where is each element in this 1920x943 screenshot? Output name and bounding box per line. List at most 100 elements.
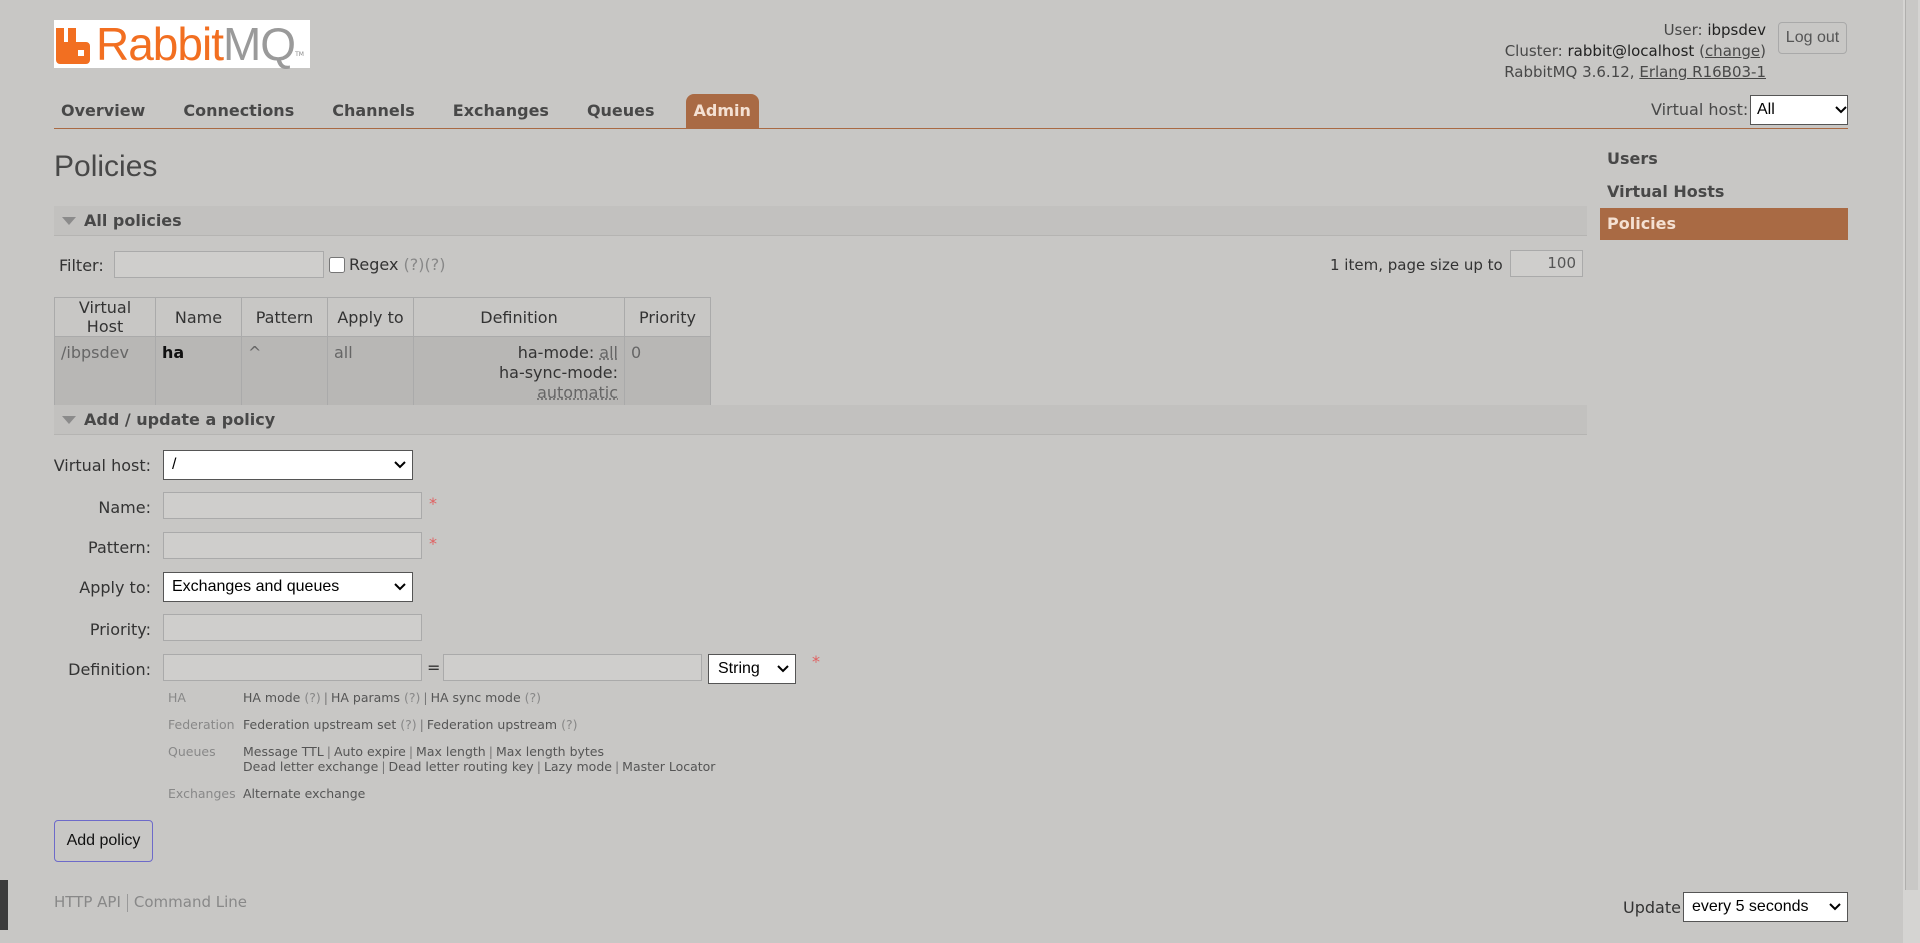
logout-button[interactable]: Log out (1778, 22, 1847, 54)
help-fed-upstream[interactable]: Federation upstream (427, 717, 557, 732)
help-dead-letter-exchange[interactable]: Dead letter exchange (243, 759, 378, 774)
form-name-label: Name: (98, 498, 151, 517)
user-label: User: (1663, 21, 1703, 39)
help-dead-letter-routing-key[interactable]: Dead letter routing key (389, 759, 534, 774)
tab-channels[interactable]: Channels (325, 94, 422, 128)
help-cat-federation: Federation (168, 717, 235, 732)
help-links-ha: HA mode (?) | HA params (?) | HA sync mode (… (243, 690, 541, 705)
cell-apply-to: all (327, 336, 414, 408)
help-alternate-exchange[interactable]: Alternate exchange (243, 786, 365, 801)
help-q[interactable]: (?) (561, 717, 577, 732)
tab-connections[interactable]: Connections (176, 94, 301, 128)
help-q[interactable]: (?) (400, 717, 416, 732)
collapse-triangle-icon (62, 416, 76, 424)
sidebar-item-policies[interactable]: Policies (1600, 208, 1848, 240)
form-pattern-label: Pattern: (88, 538, 151, 557)
update-interval-select[interactable]: every 5 seconds (1683, 892, 1848, 922)
def-val-1: all (599, 343, 618, 362)
help-ha-mode[interactable]: HA mode (243, 690, 300, 705)
help-links-queues: Message TTL | Auto expire | Max length | Max l… (243, 744, 715, 774)
cell-name[interactable]: ha (155, 336, 242, 408)
rabbit-logo-icon (56, 28, 90, 64)
help-lazy-mode[interactable]: Lazy mode (544, 759, 612, 774)
help-message-ttl[interactable]: Message TTL (243, 744, 324, 759)
help-q[interactable]: (?) (404, 690, 420, 705)
sidebar-item-virtual-hosts[interactable]: Virtual Hosts (1600, 176, 1848, 208)
scrollbar-thumb[interactable] (1905, 0, 1918, 890)
chevron-down-icon (1829, 903, 1841, 911)
definition-equals: = (427, 658, 441, 677)
form-priority-input[interactable] (163, 614, 422, 641)
change-cluster-link[interactable]: change (1705, 42, 1760, 60)
tab-queues[interactable]: Queues (580, 94, 662, 128)
erlang-version-link[interactable]: Erlang R16B03-1 (1639, 63, 1766, 81)
help-q[interactable]: (?) (525, 690, 541, 705)
required-marker: * (429, 494, 437, 513)
column-header-virtual-host[interactable]: Virtual Host (54, 297, 156, 337)
rabbitmq-logo[interactable]: Rabbit MQ TM (54, 20, 310, 68)
help-max-length-bytes[interactable]: Max length bytes (496, 744, 604, 759)
regex-help-link[interactable]: (?)(?) (404, 255, 446, 274)
cell-pattern: ^ (241, 336, 328, 408)
filter-input[interactable] (114, 251, 324, 278)
cluster-name: rabbit@localhost (1567, 42, 1695, 60)
add-policy-heading: Add / update a policy (84, 410, 276, 429)
form-apply-to-select[interactable]: Exchanges and queues (163, 572, 413, 602)
nav-divider (54, 128, 1848, 129)
help-q[interactable]: (?) (304, 690, 320, 705)
side-panel-handle[interactable] (0, 880, 8, 930)
help-links-federation: Federation upstream set (?) | Federation u… (243, 717, 577, 732)
form-definition-label: Definition: (68, 660, 151, 679)
help-ha-params[interactable]: HA params (331, 690, 400, 705)
column-header-name[interactable]: Name (155, 297, 242, 337)
definition-value-input[interactable] (443, 654, 702, 681)
add-policy-toggle[interactable]: Add / update a policy (54, 405, 1587, 435)
help-cat-ha: HA (168, 690, 186, 705)
form-pattern-input[interactable] (163, 532, 422, 559)
cluster-label: Cluster: (1504, 42, 1563, 60)
add-policy-button[interactable]: Add policy (54, 820, 153, 862)
def-val-2: automatic (537, 383, 618, 402)
help-auto-expire[interactable]: Auto expire (334, 744, 406, 759)
help-sep: | (408, 744, 414, 759)
tab-admin[interactable]: Admin (685, 94, 759, 128)
column-header-pattern[interactable]: Pattern (241, 297, 328, 337)
definition-type-value: String (718, 660, 760, 677)
user-info: User: ibpsdev Cluster: rabbit@localhost … (1504, 20, 1766, 83)
collapse-triangle-icon (62, 217, 76, 225)
virtual-host-select[interactable]: All (1750, 95, 1848, 125)
tab-overview[interactable]: Overview (54, 94, 152, 128)
logo-mq-text: MQ (222, 18, 296, 70)
form-name-input[interactable] (163, 492, 422, 519)
definition-key-input[interactable] (163, 654, 422, 681)
sidebar-item-users[interactable]: Users (1600, 143, 1848, 175)
all-policies-heading: All policies (84, 211, 182, 230)
regex-checkbox[interactable] (329, 257, 345, 273)
page-title: Policies (54, 150, 158, 183)
definition-type-select[interactable]: String (708, 654, 796, 684)
help-max-length[interactable]: Max length (416, 744, 486, 759)
help-sep: | (381, 759, 386, 774)
column-header-apply-to[interactable]: Apply to (327, 297, 414, 337)
page-size-input[interactable]: 100 (1510, 250, 1583, 277)
footer-http-api-link[interactable]: HTTP API (54, 893, 121, 911)
column-header-definition[interactable]: Definition (413, 297, 625, 337)
help-category-federation: Federation (168, 717, 235, 732)
virtual-host-select-value: All (1757, 101, 1775, 118)
cell-priority: 0 (624, 336, 711, 408)
help-sep: | (419, 717, 424, 732)
change-paren-close: ) (1760, 42, 1766, 60)
help-fed-upstream-set[interactable]: Federation upstream set (243, 717, 396, 732)
table-row[interactable]: /ibpsdev ha ^ all ha-mode: all ha-sync-m… (54, 336, 711, 408)
help-ha-sync-mode[interactable]: HA sync mode (431, 690, 521, 705)
all-policies-toggle[interactable]: All policies (54, 206, 1587, 236)
help-master-locator[interactable]: Master Locator (622, 759, 715, 774)
help-category-ha: HA (168, 690, 186, 705)
column-header-priority[interactable]: Priority (624, 297, 711, 337)
logo-tm-text: TM (295, 51, 304, 58)
form-virtual-host-select[interactable]: / (163, 450, 413, 480)
help-category-exchanges: Exchanges (168, 786, 236, 801)
footer-command-line-link[interactable]: Command Line (134, 893, 247, 911)
logo-rabbit-text: Rabbit (96, 18, 224, 70)
tab-exchanges[interactable]: Exchanges (446, 94, 556, 128)
